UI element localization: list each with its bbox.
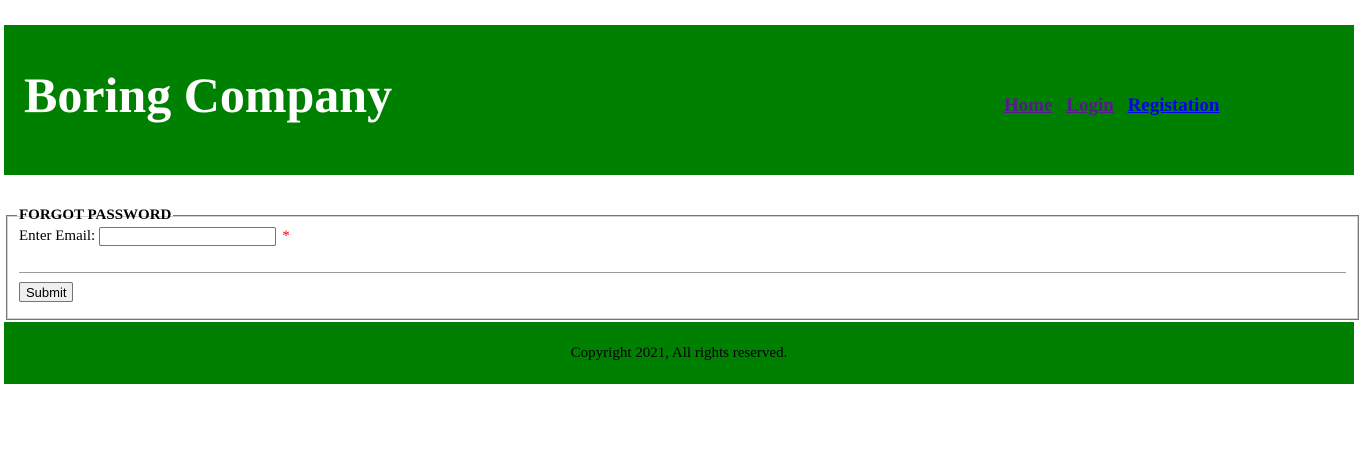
site-title: Boring Company — [24, 67, 393, 123]
nav-link-login[interactable]: Login — [1066, 95, 1114, 116]
site-footer: Copyright 2021, All rights reserved. — [4, 322, 1354, 384]
main-nav: Home Login Registation — [1004, 94, 1228, 118]
forgot-password-fieldset: FORGOT PASSWORD Enter Email: * Submit — [6, 207, 1359, 320]
footer-copyright: Copyright 2021, All rights reserved. — [570, 345, 788, 361]
email-input[interactable] — [99, 226, 277, 246]
site-header: Boring Company Home Login Registation — [4, 25, 1354, 175]
email-row: Enter Email: * — [19, 226, 1346, 246]
form-divider — [19, 272, 1346, 273]
nav-link-home[interactable]: Home — [1004, 95, 1053, 116]
email-label: Enter Email: — [19, 228, 96, 244]
required-marker: * — [282, 228, 290, 244]
nav-link-registration[interactable]: Registation — [1128, 95, 1220, 116]
submit-button[interactable]: Submit — [19, 282, 74, 302]
forgot-password-legend: FORGOT PASSWORD — [19, 207, 172, 223]
